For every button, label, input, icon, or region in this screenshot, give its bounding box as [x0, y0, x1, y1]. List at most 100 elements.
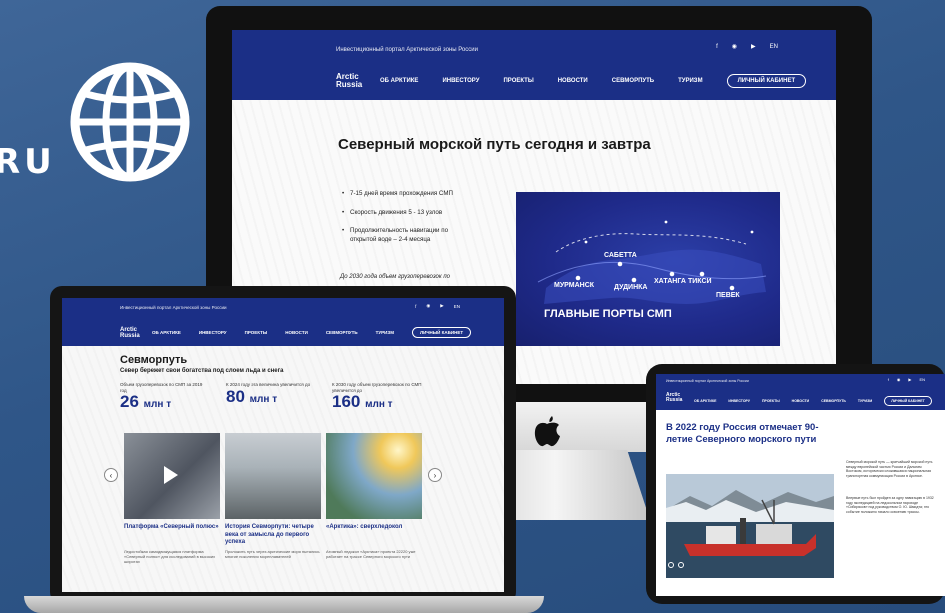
lang-switch[interactable]: EN	[454, 304, 460, 309]
facebook-icon[interactable]: f	[415, 304, 416, 309]
article-photo[interactable]	[666, 474, 834, 578]
map-graphic	[537, 220, 767, 304]
page-title: Северный морской путь сегодня и завтра	[338, 136, 651, 153]
nav-item-investor[interactable]: ИНВЕСТОРУ	[728, 399, 750, 403]
stat-value: 160	[332, 392, 361, 412]
main-nav: ОБ АРКТИКЕ ИНВЕСТОРУ ПРОЕКТЫ НОВОСТИ СЕВ…	[380, 74, 807, 88]
stat-value: 26	[120, 392, 139, 412]
nav-item-investor[interactable]: ИНВЕСТОРУ	[442, 78, 479, 84]
nav-item-tourism[interactable]: ТУРИЗМ	[678, 78, 702, 84]
laptop-base	[24, 596, 544, 613]
site-logo[interactable]: Arctic Russia	[666, 393, 682, 403]
cabinet-button[interactable]: ЛИЧНЫЙ КАБИНЕТ	[884, 396, 932, 406]
nav-item-tourism[interactable]: ТУРИЗМ	[858, 399, 872, 403]
nav-item-arctic[interactable]: ОБ АРКТИКЕ	[694, 399, 716, 403]
cabinet-button[interactable]: ЛИЧНЫЙ КАБИНЕТ	[411, 327, 472, 338]
chevron-left-icon: ‹	[109, 470, 113, 480]
stat-block: К 2024 году эта величина увеличится до 8…	[226, 382, 316, 406]
nav-item-arctic[interactable]: ОБ АРКТИКЕ	[380, 78, 418, 84]
site-logo[interactable]: Arctic Russia	[120, 327, 140, 339]
port-label: ХАТАНГА	[654, 278, 686, 285]
card-text: Проложить путь через арктические моря пы…	[225, 549, 320, 560]
lang-switch[interactable]: EN	[770, 44, 778, 50]
port-label: САБЕТТА	[604, 252, 637, 259]
facebook-icon[interactable]: f	[888, 377, 889, 382]
facts-list: 7-15 дней время прохождения СМП Скорость…	[342, 190, 470, 255]
vk-icon[interactable]: ◉	[732, 43, 737, 50]
card-image-platform[interactable]	[124, 433, 220, 519]
site-tagline: Инвестиционный портал Арктической зоны Р…	[666, 379, 749, 383]
card-image-icebreaker[interactable]	[326, 433, 422, 519]
article-paragraph: Впервые путь был пройден за одну навигац…	[846, 496, 934, 515]
nav-item-projects[interactable]: ПРОЕКТЫ	[245, 330, 268, 335]
map-caption: ГЛАВНЫЕ ПОРТЫ СМП	[544, 308, 672, 320]
nav-item-news[interactable]: НОВОСТИ	[285, 330, 308, 335]
gallery-dots	[668, 562, 684, 568]
nav-item-arctic[interactable]: ОБ АРКТИКЕ	[152, 330, 181, 335]
nav-item-projects[interactable]: ПРОЕКТЫ	[503, 78, 533, 84]
chevron-right-icon: ›	[433, 470, 437, 480]
site-logo[interactable]: Arctic Russia	[336, 73, 362, 89]
stat-value: 80	[226, 386, 245, 406]
ports-map[interactable]: САБЕТТА МУРМАНСК ДУДИНКА ХАТАНГА ТИКСИ П…	[516, 192, 780, 346]
youtube-icon[interactable]: ▶	[440, 303, 443, 309]
social-links: f ◉ ▶ EN	[888, 377, 925, 382]
main-nav: ОБ АРКТИКЕ ИНВЕСТОРУ ПРОЕКТЫ НОВОСТИ СЕВ…	[152, 327, 472, 338]
card-image-history[interactable]	[225, 433, 321, 519]
ship-image	[666, 474, 834, 578]
stat-block: Объем грузоперевозок по СМП за 2019 год …	[120, 382, 210, 412]
fact-item: Продолжительность навигации по открытой …	[342, 227, 470, 244]
card-text: Атомный ледокол «Арктика» проекта 22220 …	[326, 549, 416, 560]
apple-logo-icon	[534, 416, 560, 447]
stat-unit: млн т	[365, 399, 393, 411]
nav-item-sevmorput[interactable]: СЕВМОРПУТЬ	[821, 399, 846, 403]
social-links: f ◉ ▶ EN	[415, 303, 460, 309]
nav-item-news[interactable]: НОВОСТИ	[558, 78, 588, 84]
stat-unit: млн т	[249, 393, 278, 405]
gallery-dot[interactable]	[668, 562, 674, 568]
nav-item-tourism[interactable]: ТУРИЗМ	[376, 330, 394, 335]
site-tagline: Инвестиционный портал Арктической зоны Р…	[336, 47, 478, 53]
globe-icon	[70, 62, 190, 182]
fact-item: 7-15 дней время прохождения СМП	[342, 190, 470, 199]
card-title[interactable]: История Севморпути: четыре века от замыс…	[225, 524, 321, 547]
site-header: Инвестиционный портал Арктической зоны Р…	[62, 298, 504, 346]
youtube-icon[interactable]: ▶	[908, 377, 911, 382]
port-label: ПЕВЕК	[716, 292, 740, 299]
card-title[interactable]: Платформа «Северный полюс»	[124, 524, 220, 532]
nav-item-investor[interactable]: ИНВЕСТОРУ	[199, 330, 227, 335]
card-title[interactable]: «Арктика»: сверхледокол	[326, 524, 422, 532]
laptop-screen: Инвестиционный портал Арктической зоны Р…	[62, 298, 504, 592]
cabinet-button[interactable]: ЛИЧНЫЙ КАБИНЕТ	[726, 74, 807, 88]
carousel-next-button[interactable]: ›	[428, 468, 442, 482]
social-links: f ◉ ▶ EN	[716, 43, 778, 51]
nav-item-news[interactable]: НОВОСТИ	[792, 399, 810, 403]
nav-item-sevmorput[interactable]: СЕВМОРПУТЬ	[326, 330, 358, 335]
card-text: Ледостойкая самодвижущаяся платформа «Се…	[124, 549, 216, 565]
fact-item: Скорость движения 5 - 13 узлов	[342, 209, 470, 218]
facebook-icon[interactable]: f	[716, 44, 718, 50]
tablet-screen: Инвестиционный портал Арктической зоны Р…	[656, 374, 945, 596]
vk-icon[interactable]: ◉	[897, 377, 901, 382]
site-tagline: Инвестиционный портал Арктической зоны Р…	[120, 305, 227, 310]
lang-switch[interactable]: EN	[919, 377, 925, 382]
section-subtitle: Север бережет свои богатства под слоем л…	[120, 368, 284, 374]
forecast-note: До 2030 года объем грузоперевозок по	[340, 274, 451, 280]
carousel-prev-button[interactable]: ‹	[104, 468, 118, 482]
article-title: В 2022 году Россия отмечает 90-летие Сев…	[666, 422, 819, 446]
nav-item-projects[interactable]: ПРОЕКТЫ	[762, 399, 780, 403]
stat-block: К 2030 году объем грузоперевозок по СМП …	[332, 382, 422, 412]
play-icon[interactable]	[164, 466, 178, 484]
port-label: ТИКСИ	[688, 278, 712, 285]
main-nav: ОБ АРКТИКЕ ИНВЕСТОРУ ПРОЕКТЫ НОВОСТИ СЕВ…	[694, 396, 932, 406]
section-title: Севморпуть	[120, 354, 188, 366]
vk-icon[interactable]: ◉	[426, 303, 430, 309]
domain-text: RU	[0, 142, 56, 182]
port-label: МУРМАНСК	[554, 282, 595, 289]
site-header: Инвестиционный портал Арктической зоны Р…	[656, 374, 945, 410]
youtube-icon[interactable]: ▶	[751, 43, 756, 50]
site-header: Инвестиционный портал Арктической зоны Р…	[232, 30, 836, 100]
nav-item-sevmorput[interactable]: СЕВМОРПУТЬ	[612, 78, 654, 84]
port-label: ДУДИНКА	[614, 284, 648, 291]
gallery-dot[interactable]	[678, 562, 684, 568]
